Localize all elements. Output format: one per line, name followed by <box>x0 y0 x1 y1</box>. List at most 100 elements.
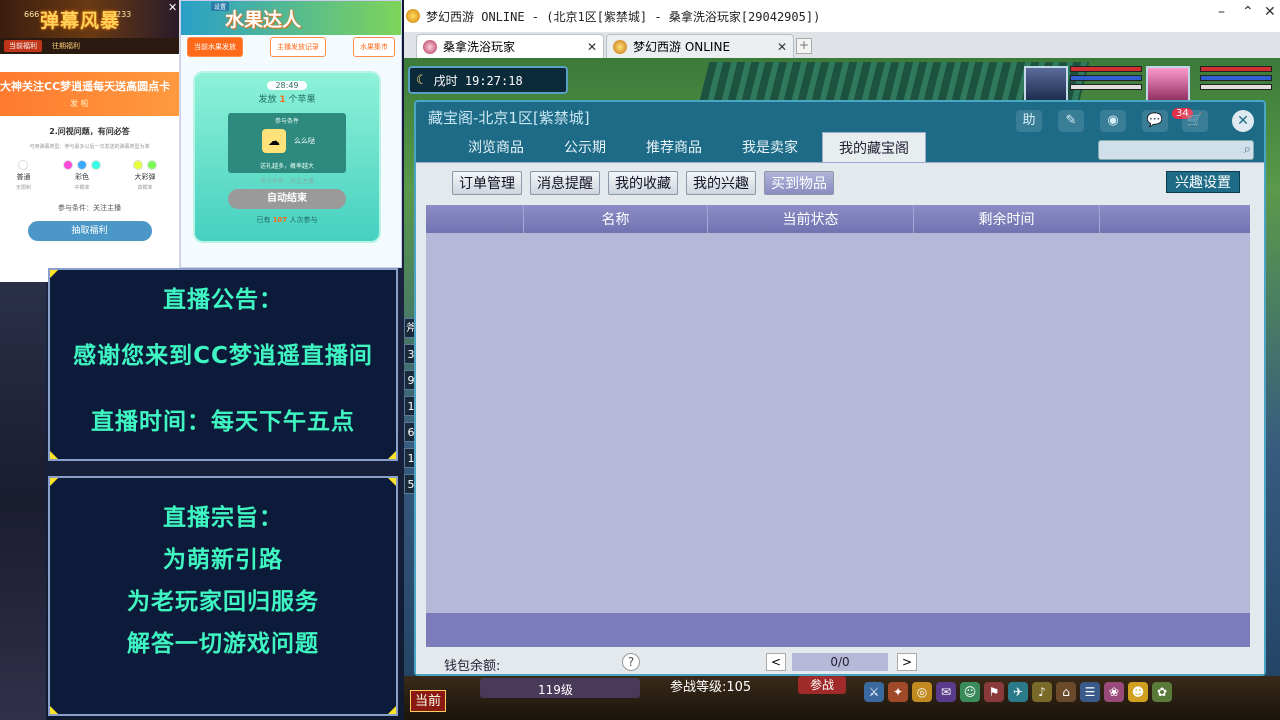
danmu-tab-current[interactable]: 当前福利 <box>4 40 42 52</box>
fruit-tabs: 当前水果发放 主播发放记录 水果集市 <box>181 35 401 59</box>
issue-prefix: 发放 <box>258 95 277 105</box>
color-sub: 高概率 <box>137 185 153 191</box>
color-option-normal[interactable]: 普通 无限制 <box>16 160 31 191</box>
fruit-tab-current[interactable]: 当前水果发放 <box>187 37 243 57</box>
danmu-banner: 大神关注CC梦逍遥每天送高圆点卡 发 啦 <box>0 72 179 116</box>
exp-bar <box>1070 84 1142 90</box>
fruit-tab-market[interactable]: 水果集市 <box>353 37 395 57</box>
fight-button[interactable]: 参战 <box>798 676 846 694</box>
team-icon[interactable]: ⚑ <box>984 682 1004 702</box>
danmu-question: 2.问视问题，有问必答 <box>49 127 130 136</box>
tab-close-icon[interactable]: ✕ <box>777 40 787 54</box>
dialog-close-icon[interactable]: ✕ <box>1232 110 1254 132</box>
prev-page-button[interactable]: < <box>766 653 786 671</box>
danmu-header: 666 弹幕风暴 233 ✕ <box>0 0 179 38</box>
face-icon[interactable]: ☻ <box>1128 682 1148 702</box>
character-icon <box>423 39 437 54</box>
tab-game[interactable]: 梦幻西游 ONLINE ✕ <box>606 34 794 58</box>
danmu-banner-text: 大神关注CC梦逍遥每天送高圆点卡 <box>0 80 171 93</box>
items-table: 名称 当前状态 剩余时间 <box>426 205 1250 647</box>
moon-icon: ☾ <box>416 72 428 88</box>
danmu-rule: 可用弹幕类型：参与最多以后一次发送的弹幕类型为准 <box>29 144 150 150</box>
level-text: 119级 <box>538 683 573 697</box>
count-prefix: 已有 <box>256 216 271 224</box>
bag-icon[interactable]: ✦ <box>888 682 908 702</box>
purpose-title: 直播宗旨： <box>163 505 283 531</box>
tab-interests[interactable]: 我的兴趣 <box>686 171 756 195</box>
tab-my-pavilion[interactable]: 我的藏宝阁 <box>822 132 926 162</box>
coin-icon[interactable]: ◎ <box>912 682 932 702</box>
gift-icon: ☁ <box>262 129 286 153</box>
color-option-big[interactable]: 大彩弹 高概率 <box>132 160 157 191</box>
tab-label: 梦幻西游 ONLINE <box>633 40 731 54</box>
add-tab-button[interactable]: + <box>796 38 812 54</box>
column-header-remaining: 剩余时间 <box>914 205 1100 233</box>
fruit-tab-records[interactable]: 主播发放记录 <box>270 37 326 57</box>
fruit-inner-desc: 送礼越多，概率越大 <box>259 163 314 170</box>
wallet-label: 钱包余额: <box>444 659 501 674</box>
pink-dot-icon <box>62 160 73 170</box>
dialog-title: 藏宝阁-北京1区[紫禁城] <box>428 109 590 127</box>
map-icon[interactable]: ✈ <box>1008 682 1028 702</box>
column-header-name: 名称 <box>524 205 708 233</box>
tab-purchased[interactable]: 买到物品 <box>764 171 834 195</box>
scroll-icon[interactable]: ✉ <box>936 682 956 702</box>
question-icon[interactable]: ? <box>622 653 640 671</box>
mp-bar <box>1070 75 1142 81</box>
corner-decoration <box>50 706 58 714</box>
game-tabbar: 桑拿洗浴玩家 ✕ 梦幻西游 ONLINE ✕ + <box>404 32 1280 58</box>
corner-decoration <box>388 706 396 714</box>
system-icon[interactable]: ☰ <box>1080 682 1100 702</box>
claim-welfare-button[interactable]: 抽取福利 <box>27 221 152 241</box>
minimize-icon[interactable]: – <box>1218 4 1225 20</box>
corner-decoration <box>388 451 396 459</box>
danmu-storm-panel: 666 弹幕风暴 233 ✕ 当前福利 往期福利 大神关注CC梦逍遥每天送高圆点… <box>0 0 180 282</box>
house-icon[interactable]: ⌂ <box>1056 682 1076 702</box>
message-icon[interactable]: 💬 <box>1142 110 1168 132</box>
auto-end-button[interactable]: 自动结束 <box>228 189 346 209</box>
player-status-bars <box>1070 66 1142 93</box>
tab-player[interactable]: 桑拿洗浴玩家 ✕ <box>416 34 604 58</box>
danmu-tab-past[interactable]: 往期福利 <box>52 41 80 51</box>
search-input[interactable] <box>1099 144 1229 162</box>
danmu-title: 弹幕风暴 <box>40 10 121 32</box>
danmu-close-icon[interactable]: ✕ <box>168 2 177 14</box>
danmu-count-left: 666 <box>24 10 40 19</box>
corner-decoration <box>50 451 58 459</box>
pet-status-bars <box>1200 66 1272 93</box>
fruit-timer: 28:49 <box>267 81 307 90</box>
tab-notifications[interactable]: 消息提醒 <box>530 171 600 195</box>
tab-recommended[interactable]: 推荐商品 <box>630 132 718 162</box>
pet-portrait[interactable] <box>1146 66 1190 104</box>
pet-icon[interactable]: ✿ <box>1152 682 1172 702</box>
help-icon[interactable]: 助 <box>1016 110 1042 132</box>
settings-icon[interactable]: ◉ <box>1100 110 1126 132</box>
notice-line: 直播时间：每天下午五点 <box>91 409 355 435</box>
player-portrait[interactable] <box>1024 66 1068 104</box>
tab-public[interactable]: 公示期 <box>548 132 622 162</box>
friend-icon[interactable]: ☺ <box>960 682 980 702</box>
bell-icon[interactable]: ♪ <box>1032 682 1052 702</box>
edit-icon[interactable]: ✎ <box>1058 110 1084 132</box>
tab-favorites[interactable]: 我的收藏 <box>608 171 678 195</box>
sword-icon[interactable]: ⚔ <box>864 682 884 702</box>
live-purpose-box: 直播宗旨： 为萌新引路 为老玩家回归服务 解答一切游戏问题 <box>48 476 398 716</box>
tab-browse[interactable]: 浏览商品 <box>452 132 540 162</box>
tab-orders[interactable]: 订单管理 <box>452 171 522 195</box>
column-header <box>1100 205 1250 233</box>
close-window-icon[interactable]: ✕ <box>1264 4 1276 20</box>
tab-seller[interactable]: 我是卖家 <box>726 132 814 162</box>
current-button[interactable]: 当前 <box>410 690 446 712</box>
search-icon[interactable]: ⌕ <box>1244 142 1251 157</box>
next-page-button[interactable]: > <box>897 653 917 671</box>
restore-icon[interactable]: ⌃ <box>1242 4 1254 20</box>
hp-bar <box>1070 66 1142 72</box>
green-dot-icon <box>146 160 157 170</box>
interest-settings-button[interactable]: 兴趣设置 <box>1166 171 1240 193</box>
tab-close-icon[interactable]: ✕ <box>587 40 597 54</box>
color-option-colorful[interactable]: 彩色 中概率 <box>62 160 101 191</box>
game-bottom-bar: 当前 119级 参战等级:105 参战 ⚔ ✦ ◎ ✉ ☺ ⚑ ✈ ♪ ⌂ ☰ … <box>404 676 1280 720</box>
game-toolbar: ⚔ ✦ ◎ ✉ ☺ ⚑ ✈ ♪ ⌂ ☰ ❀ ☻ ✿ <box>864 682 1172 702</box>
cart-icon[interactable]: 🛒 <box>1182 110 1208 132</box>
gift-icon[interactable]: ❀ <box>1104 682 1124 702</box>
